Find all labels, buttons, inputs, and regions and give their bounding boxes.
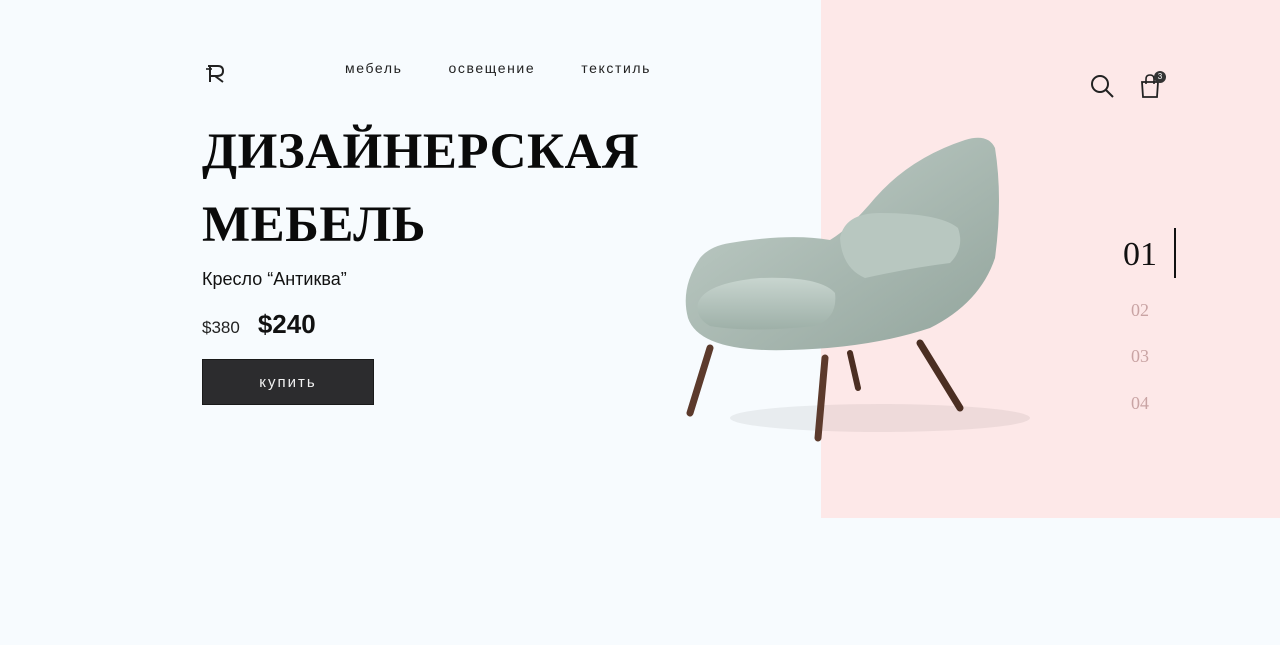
slide-number-4[interactable]: 04 [1110,393,1170,414]
nav-item-furniture[interactable]: мебель [345,60,403,76]
hero-title-line2: МЕБЕЛЬ [202,197,426,253]
old-price: $380 [202,318,240,337]
header-actions: 3 [1089,71,1166,99]
nav-item-textile[interactable]: текстиль [581,60,651,76]
price-group: $380 $240 [202,309,316,340]
search-icon [1091,75,1114,98]
slide-number-2[interactable]: 02 [1110,300,1170,321]
armchair-image [685,137,1030,442]
hero-title-line1: ДИЗАЙНЕРСКАЯ [202,124,640,180]
cart-button[interactable]: 3 [1137,71,1166,99]
main-nav: мебель освещение текстиль [345,60,651,76]
active-slide-indicator [1174,228,1176,278]
hero-title: ДИЗАЙНЕРСКАЯ МЕБЕЛЬ [202,116,639,262]
nav-item-lighting[interactable]: освещение [449,60,536,76]
buy-button[interactable]: купить [202,359,374,405]
product-name: Кресло “Антиква” [202,269,347,289]
search-button[interactable] [1089,73,1115,99]
slide-number-3[interactable]: 03 [1110,346,1170,367]
new-price: $240 [257,309,316,339]
slide-number-1[interactable]: 01 [1110,236,1170,274]
cart-count-badge: 3 [1154,71,1166,83]
logo-icon[interactable] [202,60,228,86]
